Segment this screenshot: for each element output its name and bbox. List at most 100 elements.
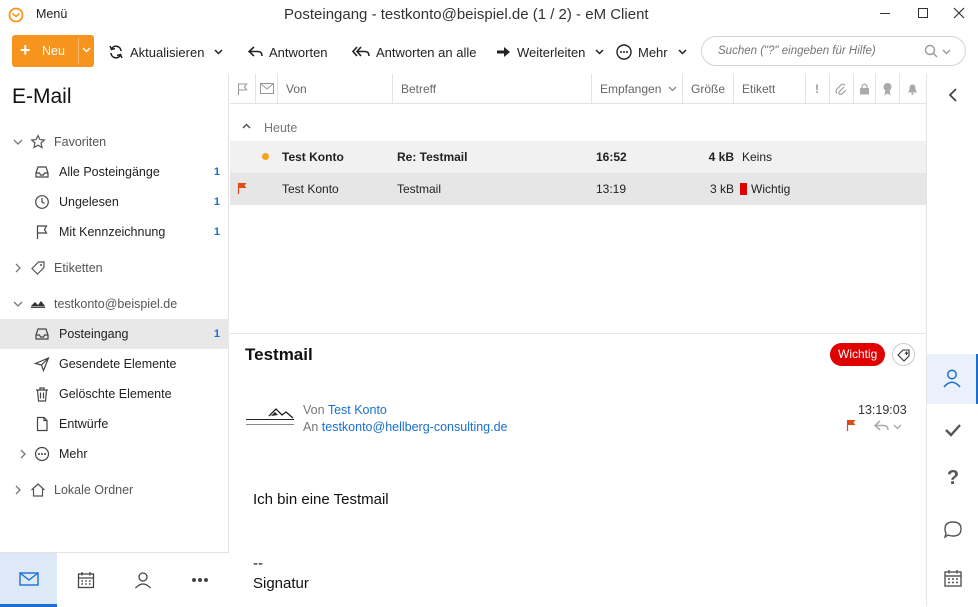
more-icon xyxy=(616,44,632,60)
account-label: testkonto@beispiel.de xyxy=(54,297,178,311)
chevron-right-icon[interactable] xyxy=(13,485,23,495)
column-subject[interactable]: Betreff xyxy=(393,74,592,104)
flag-icon xyxy=(34,224,50,240)
more-label: Mehr xyxy=(638,44,668,60)
reply-all-button[interactable]: Antworten an alle xyxy=(352,30,476,74)
message-body-text: Ich bin eine Testmail xyxy=(253,491,389,508)
paperclip-icon xyxy=(835,82,847,96)
row-time: 13:19 xyxy=(596,182,627,196)
sidebar-item-all-inboxes[interactable]: Alle Posteingänge 1 xyxy=(0,157,229,187)
row-subject: Re: Testmail xyxy=(397,150,468,164)
folder-sidebar: E-Mail Favoriten Alle Posteingänge 1 Ung… xyxy=(0,74,229,606)
reply-button[interactable]: Antworten xyxy=(248,30,328,74)
tags-label: Etiketten xyxy=(54,261,103,275)
more-modules-button[interactable] xyxy=(171,553,228,607)
menu-button[interactable]: Menü xyxy=(36,7,67,21)
reply-icon xyxy=(248,46,263,58)
sender-avatar xyxy=(245,404,295,434)
group-local-folders[interactable]: Lokale Ordner xyxy=(0,475,229,505)
reply-all-icon xyxy=(352,46,370,58)
sidebar-item-label: Ungelesen xyxy=(59,195,119,209)
close-icon[interactable] xyxy=(953,7,965,19)
new-button[interactable]: + Neu xyxy=(12,35,94,67)
chevron-up-icon[interactable] xyxy=(242,123,251,129)
group-header[interactable]: Heute xyxy=(230,114,926,140)
column-flag[interactable] xyxy=(230,74,256,104)
tag-color-swatch xyxy=(740,183,747,195)
column-received[interactable]: Empfangen xyxy=(592,74,683,104)
sidebar-item-sent[interactable]: Gesendete Elemente xyxy=(0,349,229,379)
sidebar-item-inbox[interactable]: Posteingang 1 xyxy=(0,319,229,349)
add-tag-button[interactable] xyxy=(892,343,915,366)
app-logo-icon[interactable] xyxy=(8,7,24,23)
row-from: Test Konto xyxy=(282,150,344,164)
reply-all-label: Antworten an alle xyxy=(376,44,477,60)
table-row[interactable]: Test Konto Testmail 13:19 3 kB Wichtig xyxy=(230,173,926,205)
chevron-left-icon[interactable] xyxy=(942,84,964,106)
sidebar-item-label: Mehr xyxy=(59,447,88,461)
forward-icon xyxy=(496,46,511,58)
column-from[interactable]: Von xyxy=(278,74,393,104)
maximize-icon[interactable] xyxy=(918,8,928,18)
search-icon[interactable] xyxy=(924,44,938,58)
column-attachment[interactable] xyxy=(830,74,854,104)
contact-panel-button[interactable] xyxy=(927,354,978,404)
column-encrypted[interactable] xyxy=(854,74,876,104)
chevron-down-icon[interactable] xyxy=(893,424,902,430)
sidebar-item-unread[interactable]: Ungelesen 1 xyxy=(0,187,229,217)
checkmark-icon[interactable] xyxy=(942,419,964,441)
mail-module-button[interactable] xyxy=(0,553,57,607)
row-size: 4 kB xyxy=(708,150,734,164)
more-button[interactable]: Mehr xyxy=(616,30,687,74)
sidebar-item-drafts[interactable]: Entwürfe xyxy=(0,409,229,439)
sidebar-item-deleted[interactable]: Gelöschte Elemente xyxy=(0,379,229,409)
recipient-line: An testkonto@hellberg-consulting.de xyxy=(303,420,508,434)
unread-dot-icon[interactable] xyxy=(262,153,269,160)
column-size[interactable]: Größe xyxy=(683,74,734,104)
refresh-button[interactable]: Aktualisieren xyxy=(108,30,223,74)
column-read[interactable] xyxy=(256,74,278,104)
column-signed[interactable] xyxy=(876,74,900,104)
group-tags[interactable]: Etiketten xyxy=(0,253,229,283)
column-reminder[interactable] xyxy=(900,74,926,104)
from-prefix: Von xyxy=(303,403,325,417)
flag-icon[interactable] xyxy=(237,182,248,194)
chevron-down-icon[interactable] xyxy=(13,137,23,147)
sidebar-item-label: Mit Kennzeichnung xyxy=(59,225,166,239)
group-account[interactable]: testkonto@beispiel.de xyxy=(0,289,229,319)
row-tag: Keins xyxy=(742,150,773,164)
calendar-icon[interactable] xyxy=(942,567,964,589)
table-row[interactable]: Test Konto Re: Testmail 16:52 4 kB Keins xyxy=(230,141,926,173)
chevron-down-icon[interactable] xyxy=(13,299,23,309)
signature-text: Signatur xyxy=(253,575,309,592)
search-box[interactable] xyxy=(701,36,966,66)
to-prefix: An xyxy=(303,420,319,434)
sidebar-item-more[interactable]: Mehr xyxy=(0,439,229,469)
help-icon[interactable]: ? xyxy=(942,467,964,489)
chat-icon[interactable] xyxy=(942,518,964,540)
chevron-right-icon[interactable] xyxy=(18,449,28,459)
sidebar-item-flagged[interactable]: Mit Kennzeichnung 1 xyxy=(0,217,229,247)
chevron-right-icon[interactable] xyxy=(13,263,23,273)
forward-button[interactable]: Weiterleiten xyxy=(496,30,604,74)
sender-name-link[interactable]: Test Konto xyxy=(328,403,387,417)
flag-icon[interactable] xyxy=(846,419,857,431)
chevron-down-icon[interactable] xyxy=(942,49,951,55)
chevron-down-icon[interactable] xyxy=(82,47,91,53)
reply-icon[interactable] xyxy=(874,420,889,432)
forward-label: Weiterleiten xyxy=(517,44,586,60)
column-tag[interactable]: Etikett xyxy=(734,74,806,104)
signature-separator: -- xyxy=(253,555,263,572)
group-favorites[interactable]: Favoriten xyxy=(0,127,229,157)
calendar-module-button[interactable] xyxy=(57,553,114,607)
recipient-address-link[interactable]: testkonto@hellberg-consulting.de xyxy=(322,420,508,434)
star-icon xyxy=(30,134,46,150)
search-input[interactable] xyxy=(718,43,918,59)
toolbar: + Neu Aktualisieren Antworten Antworten … xyxy=(0,30,978,74)
local-folders-label: Lokale Ordner xyxy=(54,483,134,497)
tag-badge[interactable]: Wichtig xyxy=(830,343,886,366)
column-received-label: Empfangen xyxy=(600,81,662,96)
minimize-icon[interactable] xyxy=(880,13,890,14)
contacts-module-button[interactable] xyxy=(114,553,171,607)
column-priority[interactable]: ! xyxy=(806,74,830,104)
